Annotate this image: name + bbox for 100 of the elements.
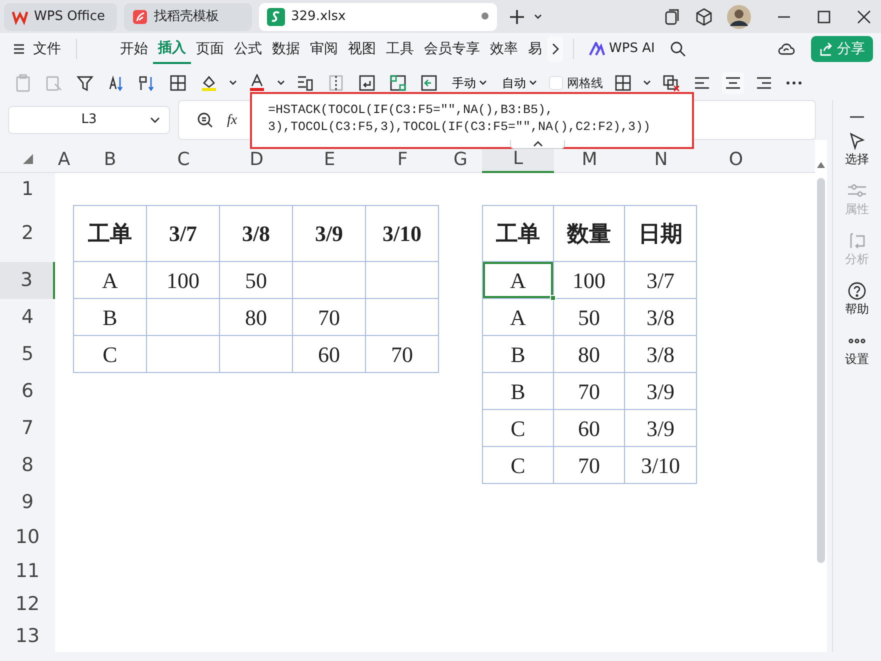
column-header[interactable]: E <box>293 149 366 173</box>
table-cell[interactable]: 80 <box>554 336 625 373</box>
zoom-icon[interactable] <box>197 112 213 128</box>
close-icon[interactable] <box>857 10 871 24</box>
column-header[interactable]: N <box>625 149 697 173</box>
column-header[interactable]: A <box>55 149 73 173</box>
row-header[interactable]: 3 <box>0 262 55 299</box>
table-cell[interactable]: 日期 <box>625 205 697 262</box>
table-cell[interactable]: B <box>482 336 554 373</box>
table-cell[interactable]: 80 <box>220 299 293 336</box>
table-cell[interactable]: B <box>482 373 554 410</box>
ribbon-tab[interactable]: 开始 <box>115 36 153 62</box>
filter-icon[interactable] <box>76 74 94 92</box>
table-cell[interactable]: 3/10 <box>366 205 439 262</box>
avatar-icon[interactable] <box>727 4 751 28</box>
row-header[interactable]: 1 <box>0 173 55 205</box>
table-cell[interactable]: 3/7 <box>147 205 220 262</box>
sort-descending-icon[interactable] <box>138 74 156 92</box>
table-cell[interactable]: 工单 <box>73 205 147 262</box>
split-column-icon[interactable] <box>327 74 345 92</box>
window-tab[interactable]: 329.xlsx <box>259 2 497 30</box>
select-all-icon[interactable] <box>22 154 32 164</box>
table-cell[interactable]: 100 <box>147 262 220 299</box>
caret-icon[interactable] <box>229 78 237 86</box>
table-cell[interactable] <box>366 262 439 299</box>
windows-icon[interactable] <box>663 8 681 26</box>
table-cell[interactable]: 50 <box>220 262 293 299</box>
table-cell[interactable] <box>147 299 220 336</box>
table-cell[interactable]: 60 <box>554 410 625 447</box>
row-header[interactable]: 5 <box>0 336 55 373</box>
name-box[interactable]: L3 <box>8 106 170 134</box>
table-cell[interactable]: C <box>73 336 147 373</box>
table-cell[interactable]: 3/9 <box>625 373 697 410</box>
table-cell[interactable]: 70 <box>293 299 366 336</box>
row-header[interactable]: 4 <box>0 299 55 336</box>
ribbon-tab[interactable]: 效率 <box>485 36 523 62</box>
table-cell[interactable] <box>147 336 220 373</box>
caret-icon[interactable] <box>533 12 543 22</box>
row-header[interactable]: 11 <box>0 555 55 588</box>
ribbon-tab[interactable]: 工具 <box>381 36 419 62</box>
wrap-text-icon[interactable] <box>358 74 376 92</box>
search-icon[interactable] <box>670 41 686 57</box>
row-header[interactable]: 6 <box>0 373 55 410</box>
ai-button[interactable]: WPS AI <box>584 36 660 62</box>
table-cell[interactable]: 工单 <box>482 205 554 262</box>
maximize-icon[interactable] <box>817 10 831 24</box>
formula-bar[interactable]: fx <box>178 100 250 140</box>
ribbon-tab[interactable]: 审阅 <box>305 36 343 62</box>
window-tab[interactable]: WPS Office <box>4 2 117 30</box>
column-header[interactable]: L <box>482 149 554 173</box>
scroll-up-icon[interactable] <box>817 162 825 168</box>
fill-handle[interactable] <box>550 295 556 301</box>
ribbon-tab[interactable]: 插入 <box>153 34 191 64</box>
table-cell[interactable]: 3/8 <box>625 336 697 373</box>
plus-icon[interactable] <box>510 10 524 24</box>
clear-format-icon[interactable] <box>662 74 680 92</box>
row-header[interactable]: 13 <box>0 620 55 652</box>
table-cell[interactable] <box>366 299 439 336</box>
table-cell[interactable]: A <box>482 262 554 299</box>
table-cell[interactable]: 3/7 <box>625 262 697 299</box>
table-cell[interactable]: 70 <box>554 447 625 484</box>
row-header[interactable]: 9 <box>0 484 55 520</box>
column-header[interactable]: G <box>439 149 482 173</box>
table-cell[interactable] <box>293 262 366 299</box>
column-header[interactable]: D <box>220 149 293 173</box>
resize-icon[interactable] <box>389 74 407 92</box>
side-panel-button[interactable]: 帮助 <box>843 280 871 320</box>
row-header[interactable]: 12 <box>0 588 55 620</box>
fx-label[interactable]: fx <box>227 110 238 130</box>
table-cell[interactable]: 60 <box>293 336 366 373</box>
window-tab[interactable]: 找稻壳模板 <box>124 2 252 30</box>
ribbon-tab[interactable]: 视图 <box>343 36 381 62</box>
row-header[interactable]: 2 <box>0 205 55 262</box>
table-cell[interactable]: 3/8 <box>625 299 697 336</box>
table-cell[interactable]: 70 <box>366 336 439 373</box>
collapse-tab[interactable] <box>510 140 565 149</box>
table-cell[interactable]: 数量 <box>554 205 625 262</box>
table-cell[interactable]: C <box>482 447 554 484</box>
side-panel-button[interactable]: 设置 <box>843 330 871 370</box>
table-cell[interactable]: A <box>73 262 147 299</box>
font-color-icon[interactable] <box>248 74 266 92</box>
row-header[interactable]: 8 <box>0 447 55 484</box>
table-cell[interactable]: 70 <box>554 373 625 410</box>
table-cell[interactable]: 100 <box>554 262 625 299</box>
table-cell[interactable]: B <box>73 299 147 336</box>
checkbox[interactable] <box>549 76 563 90</box>
row-header[interactable]: 10 <box>0 520 55 555</box>
table-cell[interactable]: 3/10 <box>625 447 697 484</box>
caret-icon[interactable] <box>277 78 285 86</box>
table-cell[interactable]: C <box>482 410 554 447</box>
column-header[interactable]: F <box>366 149 439 173</box>
table-icon[interactable] <box>169 74 187 92</box>
table-cell[interactable]: 50 <box>554 299 625 336</box>
column-header[interactable]: B <box>73 149 147 173</box>
table-cell[interactable]: 3/9 <box>625 410 697 447</box>
ribbon-tab[interactable]: 易 <box>523 36 547 62</box>
formula-field[interactable] <box>694 100 816 140</box>
scrollbar-thumb[interactable] <box>817 178 825 563</box>
ribbon-tab[interactable]: 数据 <box>267 36 305 62</box>
column-header[interactable]: M <box>554 149 625 173</box>
